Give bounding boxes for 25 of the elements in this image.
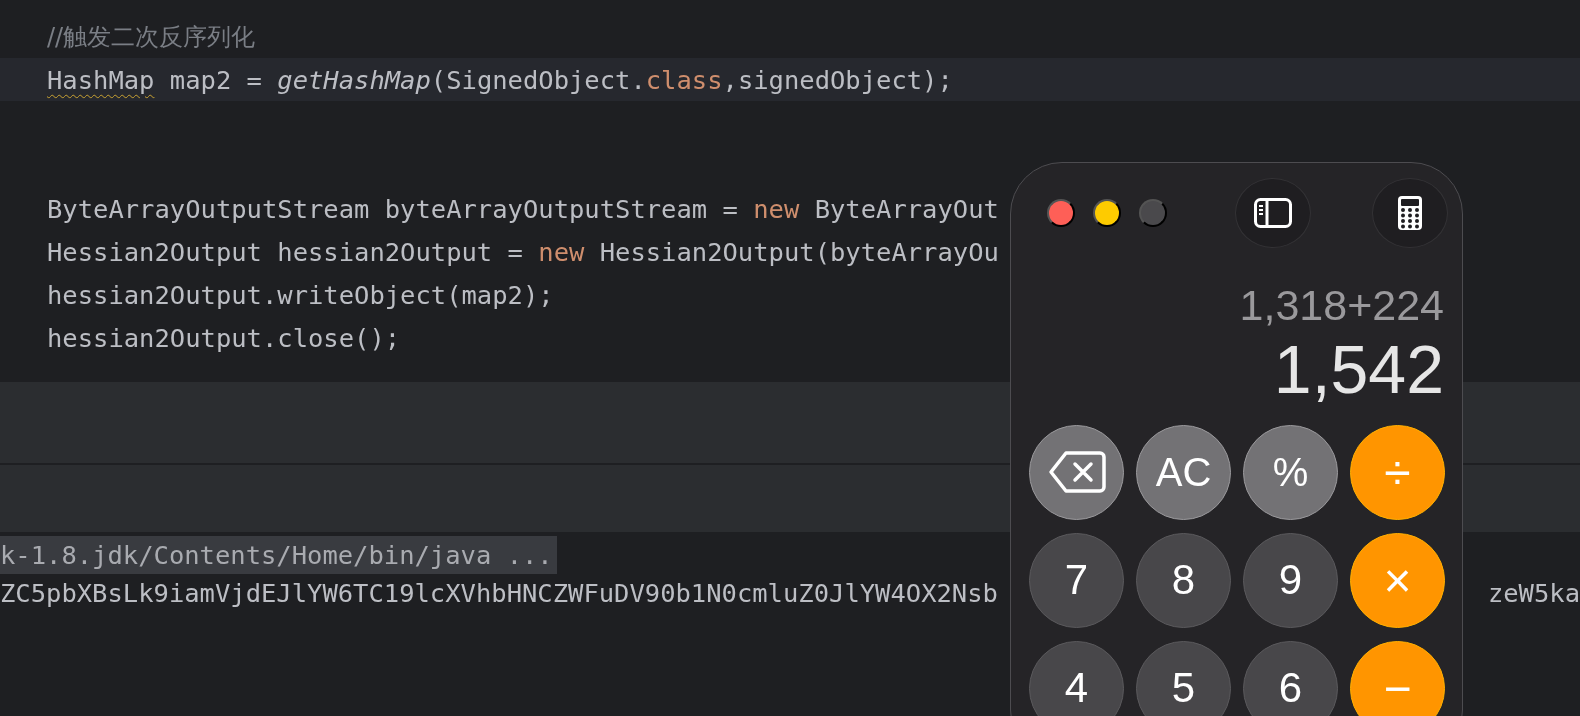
calculator-key[interactable]: % [1243, 424, 1338, 520]
calculator-key[interactable]: 7 [1029, 532, 1124, 628]
console-command: k-1.8.jdk/Contents/Home/bin/java ... [0, 536, 557, 574]
calculator-key[interactable]: 8 [1136, 532, 1231, 628]
calculator-key[interactable]: AC [1136, 424, 1231, 520]
zoom-button[interactable] [1139, 199, 1167, 227]
sidebar-icon [1254, 198, 1292, 228]
code-line: hessian2Output.writeObject(map2); [47, 279, 554, 310]
code-line: //触发二次反序列化 [47, 21, 256, 53]
close-button[interactable] [1047, 199, 1075, 227]
calculator-icon [1398, 196, 1422, 230]
code-line: Hessian2Output hessian2Output = new Hessian2Output(byteArrayOu [47, 236, 999, 267]
code-line: ByteArrayOutputStream byteArrayOutputStream = new ByteArrayOut [47, 193, 999, 224]
expression-display: 1,318+224 [1238, 281, 1445, 330]
backspace-icon [1047, 450, 1106, 495]
calculator-key[interactable]: 4 [1029, 640, 1124, 716]
console-output: zeW5ka [1487, 578, 1580, 608]
calculator-key[interactable]: 9 [1243, 532, 1338, 628]
code-line: HashMap map2 = getHashMap(SignedObject.class,signedObject); [47, 64, 953, 95]
result-display: 1,542 [1272, 332, 1445, 407]
minimize-button[interactable] [1093, 199, 1121, 227]
calculator-key[interactable]: 5 [1136, 640, 1231, 716]
console-output: ZC5pbXBsLk9iamVjdEJlYW6TC19lcXVhbHNCZWFuDV90b1N0cmluZ0JlYW4OX2Nsb [0, 578, 998, 608]
calculator-key[interactable]: 6 [1243, 640, 1338, 716]
code-line: hessian2Output.close(); [47, 322, 401, 353]
